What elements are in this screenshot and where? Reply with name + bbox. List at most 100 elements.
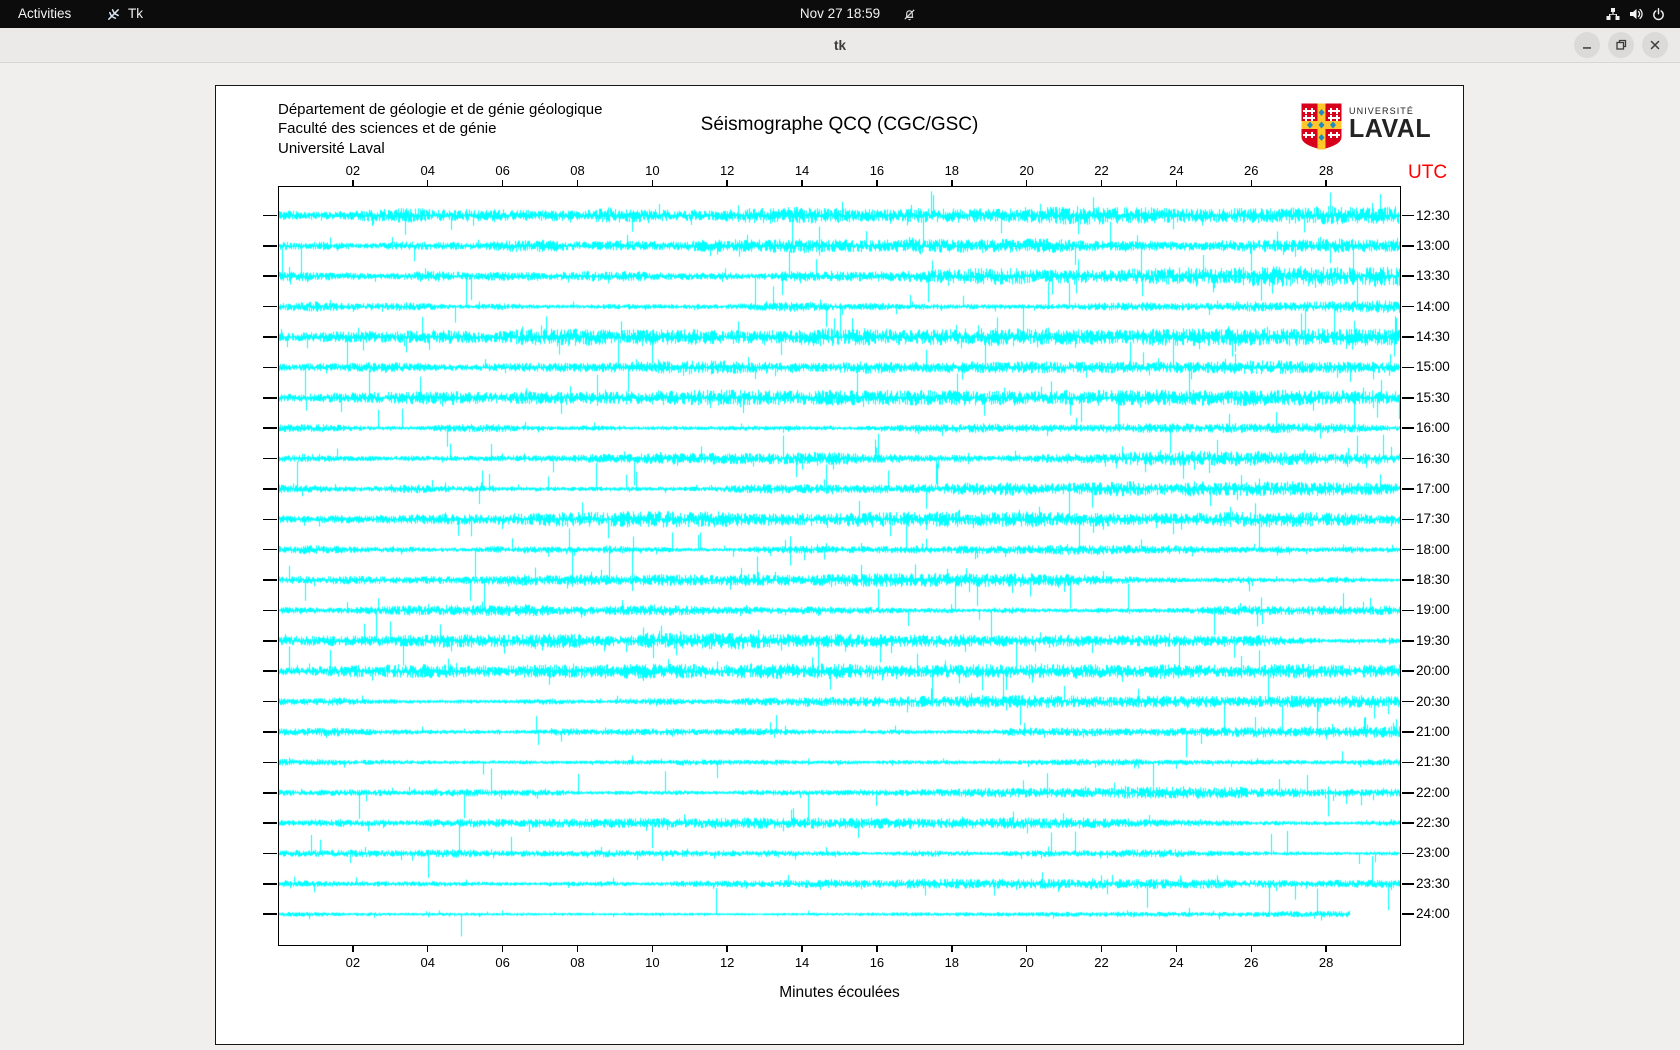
- tk-app-menu[interactable]: Tk: [106, 0, 143, 28]
- trace-right-tick: [1402, 883, 1414, 885]
- x-tick-mark: [726, 946, 728, 952]
- x-tick-label-bottom: 10: [645, 955, 660, 970]
- trace-right-tick: [1402, 913, 1414, 916]
- trace-right-tick: [1402, 579, 1414, 581]
- x-tick-label-top: 22: [1094, 163, 1109, 178]
- universite-laval-logo: UNIVERSITÉ LAVAL: [1301, 103, 1431, 155]
- seismograph-canvas: Département de géologie et de génie géol…: [215, 85, 1464, 1045]
- trace-right-tick: [1402, 731, 1414, 733]
- trace-time-label: 16:30: [1416, 450, 1450, 466]
- trace-right-tick: [1402, 488, 1414, 490]
- activities-button[interactable]: Activities: [18, 0, 71, 28]
- x-tick-mark: [726, 180, 728, 186]
- x-tick-label-bottom: 20: [1019, 955, 1034, 970]
- x-tick-mark: [876, 180, 878, 186]
- window-title: tk: [833, 38, 846, 53]
- trace-time-label: 21:00: [1416, 723, 1450, 739]
- x-tick-label-top: 12: [719, 163, 735, 178]
- trace-left-tick: [263, 214, 277, 217]
- network-icon: [1605, 6, 1621, 22]
- x-tick-mark: [426, 946, 429, 952]
- trace-right-tick: [1402, 609, 1414, 612]
- trace-right-tick: [1402, 457, 1414, 460]
- trace-time-label: 19:00: [1416, 602, 1450, 618]
- close-button[interactable]: [1642, 32, 1668, 58]
- x-tick-mark: [1175, 180, 1178, 186]
- x-tick-label-bottom: 06: [495, 955, 510, 970]
- x-tick-mark: [501, 180, 504, 186]
- trace-time-label: 18:00: [1416, 541, 1450, 557]
- x-tick-label-bottom: 22: [1094, 955, 1109, 970]
- trace-left-tick: [263, 640, 277, 642]
- logo-laval-text: LAVAL: [1349, 113, 1432, 144]
- power-icon: [1651, 7, 1666, 22]
- clock-button[interactable]: Nov 27 18:59: [800, 0, 880, 28]
- trace-left-tick: [263, 457, 277, 460]
- x-tick-mark: [951, 946, 953, 952]
- trace-left-tick: [263, 548, 277, 551]
- x-tick-mark: [876, 946, 878, 952]
- trace-right-tick: [1402, 518, 1414, 521]
- x-tick-label-bottom: 24: [1169, 955, 1184, 970]
- x-tick-mark: [1325, 180, 1327, 186]
- x-tick-mark: [651, 946, 654, 952]
- trace-time-label: 13:30: [1416, 268, 1450, 284]
- trace-right-tick: [1402, 852, 1414, 855]
- trace-right-tick: [1402, 396, 1414, 399]
- trace-left-tick: [263, 245, 277, 247]
- system-status-menu[interactable]: [1605, 0, 1666, 28]
- trace-left-tick: [263, 791, 277, 794]
- trace-time-label: 24:00: [1416, 906, 1450, 922]
- x-tick-mark: [576, 180, 579, 186]
- x-tick-mark: [651, 180, 654, 186]
- restore-button[interactable]: [1608, 32, 1634, 58]
- x-tick-label-top: 24: [1169, 163, 1184, 178]
- x-tick-mark: [1100, 946, 1103, 952]
- trace-time-label: 15:00: [1416, 359, 1450, 375]
- trace-left-tick: [263, 579, 277, 581]
- trace-time-label: 17:30: [1416, 511, 1450, 527]
- gnome-top-bar: Activities Tk Nov 27 18:59: [0, 0, 1680, 28]
- trace-time-label: 16:00: [1416, 420, 1450, 436]
- x-tick-label-top: 10: [645, 163, 660, 178]
- trace-left-tick: [263, 305, 277, 308]
- minimize-button[interactable]: [1574, 32, 1600, 58]
- x-tick-label-bottom: 18: [944, 955, 960, 970]
- x-tick-mark: [1325, 946, 1327, 952]
- trace-left-tick: [263, 488, 277, 490]
- trace-left-tick: [263, 700, 277, 703]
- x-tick-mark: [352, 946, 354, 952]
- x-tick-label-top: 06: [495, 163, 510, 178]
- trace-right-tick: [1402, 822, 1414, 824]
- x-tick-label-bottom: 04: [420, 955, 435, 970]
- x-tick-label-bottom: 02: [345, 955, 361, 970]
- trace-time-label: 13:00: [1416, 237, 1450, 253]
- x-tick-label-top: 16: [869, 163, 885, 178]
- x-tick-label-bottom: 08: [570, 955, 585, 970]
- x-tick-label-top: 04: [420, 163, 435, 178]
- window-titlebar[interactable]: tk: [0, 28, 1680, 63]
- x-tick-mark: [1175, 946, 1178, 952]
- trace-left-tick: [263, 366, 277, 369]
- trace-right-tick: [1402, 670, 1414, 672]
- x-tick-mark: [352, 180, 354, 186]
- x-tick-mark: [1250, 180, 1253, 186]
- trace-right-tick: [1402, 700, 1414, 703]
- x-tick-label-top: 26: [1244, 163, 1259, 178]
- volume-icon: [1628, 6, 1644, 22]
- trace-left-tick: [263, 396, 277, 399]
- trace-left-tick: [263, 761, 277, 764]
- trace-right-tick: [1402, 640, 1414, 642]
- trace-time-label: 20:30: [1416, 693, 1450, 709]
- tk-icon: [106, 7, 121, 22]
- trace-time-label: 14:00: [1416, 298, 1450, 314]
- trace-right-tick: [1402, 366, 1414, 369]
- x-tick-mark: [1025, 946, 1028, 952]
- trace-right-tick: [1402, 214, 1414, 217]
- x-tick-mark: [426, 180, 429, 186]
- x-tick-label-bottom: 14: [794, 955, 810, 970]
- notifications-disabled-icon: [902, 0, 917, 28]
- trace-right-tick: [1402, 336, 1414, 338]
- x-tick-mark: [1250, 946, 1253, 952]
- x-tick-label-top: 02: [345, 163, 361, 178]
